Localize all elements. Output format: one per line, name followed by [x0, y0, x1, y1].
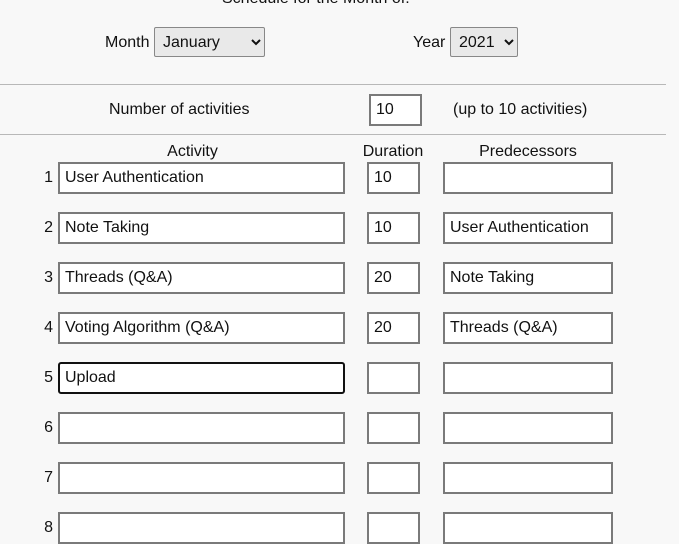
- row-number: 7: [44, 469, 53, 486]
- predecessors-input[interactable]: [443, 162, 613, 194]
- duration-input[interactable]: [367, 312, 420, 344]
- divider-top: [0, 84, 666, 85]
- duration-input[interactable]: [367, 462, 420, 494]
- predecessors-input[interactable]: [443, 312, 613, 344]
- duration-input[interactable]: [367, 262, 420, 294]
- activity-input[interactable]: [58, 162, 345, 194]
- divider-bottom: [0, 134, 666, 135]
- month-select[interactable]: January: [154, 27, 265, 57]
- duration-input[interactable]: [367, 212, 420, 244]
- activities-count-label: Number of activities: [109, 101, 250, 118]
- year-select[interactable]: 2021: [450, 27, 518, 57]
- predecessors-input[interactable]: [443, 462, 613, 494]
- activity-input[interactable]: [58, 512, 345, 544]
- activity-input[interactable]: [58, 312, 345, 344]
- activity-input[interactable]: [58, 462, 345, 494]
- activity-input[interactable]: [58, 412, 345, 444]
- column-header-activity: Activity: [167, 143, 218, 160]
- row-number: 4: [44, 319, 53, 336]
- column-header-predecessors: Predecessors: [479, 143, 577, 160]
- column-header-duration: Duration: [362, 143, 424, 160]
- predecessors-input[interactable]: [443, 362, 613, 394]
- predecessors-input[interactable]: [443, 262, 613, 294]
- row-number: 2: [44, 219, 53, 236]
- duration-input[interactable]: [367, 412, 420, 444]
- activity-input[interactable]: [58, 212, 345, 244]
- predecessors-input[interactable]: [443, 512, 613, 544]
- activity-input[interactable]: [58, 362, 345, 394]
- row-number: 1: [44, 169, 53, 186]
- activities-count-hint: (up to 10 activities): [453, 101, 588, 118]
- schedule-title: Schedule for the Month of:: [222, 0, 410, 8]
- activity-input[interactable]: [58, 262, 345, 294]
- row-number: 5: [44, 369, 53, 386]
- duration-input[interactable]: [367, 512, 420, 544]
- predecessors-input[interactable]: [443, 212, 613, 244]
- row-number: 3: [44, 269, 53, 286]
- activities-count-input[interactable]: [369, 94, 422, 126]
- predecessors-input[interactable]: [443, 412, 613, 444]
- duration-input[interactable]: [367, 162, 420, 194]
- year-label: Year: [413, 34, 446, 51]
- duration-input[interactable]: [367, 362, 420, 394]
- row-number: 6: [44, 419, 53, 436]
- row-number: 8: [44, 519, 53, 536]
- month-label: Month: [105, 34, 150, 51]
